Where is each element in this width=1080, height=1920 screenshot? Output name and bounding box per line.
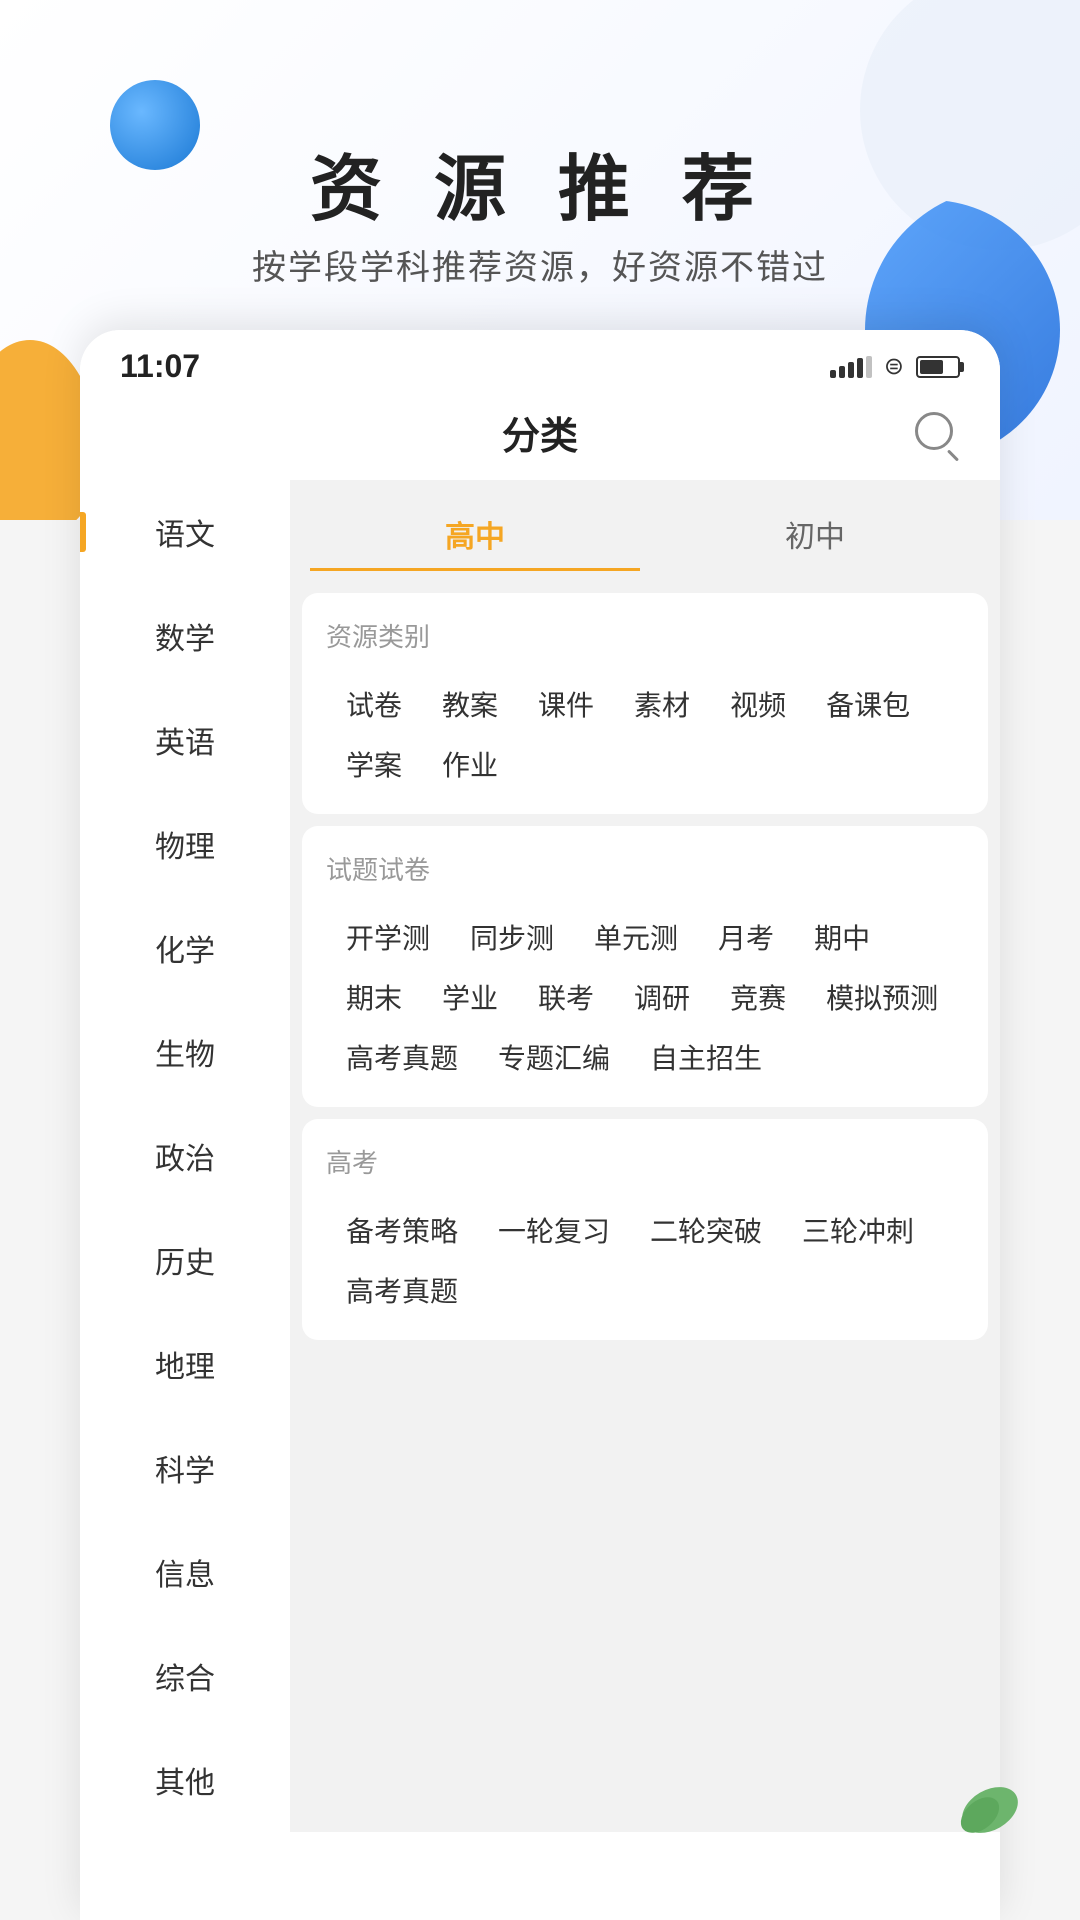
sidebar-item-yuwen[interactable]: 语文	[80, 480, 290, 584]
phone-screen: 11:07 ⊜ 分类 语文数学英语物理化学生物政治历史地理科学信息综合其他 高中…	[80, 330, 1000, 1920]
signal-icon	[830, 356, 872, 378]
sidebar-item-dili[interactable]: 地理	[80, 1312, 290, 1416]
sidebar-item-zhengzhi[interactable]: 政治	[80, 1104, 290, 1208]
wifi-icon: ⊜	[884, 352, 904, 381]
search-icon	[915, 412, 953, 450]
tag-联考[interactable]: 联考	[518, 967, 614, 1027]
tag-模拟预测[interactable]: 模拟预测	[806, 967, 958, 1027]
tag-高考真题[interactable]: 高考真题	[326, 1027, 478, 1087]
top-nav: 分类	[80, 395, 1000, 480]
tag-备课包[interactable]: 备课包	[806, 674, 930, 734]
tag-视频[interactable]: 视频	[710, 674, 806, 734]
sidebar-item-shuxue[interactable]: 数学	[80, 584, 290, 688]
sidebar-item-qita[interactable]: 其他	[80, 1728, 290, 1832]
sidebar-item-shengwu[interactable]: 生物	[80, 1000, 290, 1104]
subtab-chuzhong[interactable]: 初中	[650, 500, 980, 571]
section-label-resource-type: 资源类别	[326, 617, 964, 654]
sidebar-item-huaxue[interactable]: 化学	[80, 896, 290, 1000]
tag-月考[interactable]: 月考	[698, 907, 794, 967]
sidebar-item-zonghe[interactable]: 综合	[80, 1624, 290, 1728]
tag-一轮复习[interactable]: 一轮复习	[478, 1200, 630, 1260]
tag-单元测[interactable]: 单元测	[574, 907, 698, 967]
tag-备考策略[interactable]: 备考策略	[326, 1200, 478, 1260]
section-label-gaokao: 高考	[326, 1143, 964, 1180]
status-icons: ⊜	[830, 352, 960, 381]
tag-学案[interactable]: 学案	[326, 734, 422, 794]
section-resource-type: 资源类别试卷教案课件素材视频备课包学案作业	[302, 593, 988, 814]
status-time: 11:07	[120, 348, 200, 385]
tag-专题汇编[interactable]: 专题汇编	[478, 1027, 630, 1087]
sidebar-item-kexue[interactable]: 科学	[80, 1416, 290, 1520]
search-button[interactable]	[908, 405, 960, 457]
tag-三轮冲刺[interactable]: 三轮冲刺	[782, 1200, 934, 1260]
hero-title: 资 源 推 荐	[0, 130, 1080, 235]
sidebar-item-lishi[interactable]: 历史	[80, 1208, 290, 1312]
tag-自主招生[interactable]: 自主招生	[630, 1027, 782, 1087]
section-gaokao: 高考备考策略一轮复习二轮突破三轮冲刺高考真题	[302, 1119, 988, 1340]
subject-sidebar: 语文数学英语物理化学生物政治历史地理科学信息综合其他	[80, 480, 290, 1832]
content-area: 高中初中 资源类别试卷教案课件素材视频备课包学案作业试题试卷开学测同步测单元测月…	[290, 480, 1000, 1832]
tags-exam-type: 开学测同步测单元测月考期中期末学业联考调研竞赛模拟预测高考真题专题汇编自主招生	[326, 907, 964, 1087]
tag-期中[interactable]: 期中	[794, 907, 890, 967]
tags-gaokao: 备考策略一轮复习二轮突破三轮冲刺高考真题	[326, 1200, 964, 1320]
tag-二轮突破[interactable]: 二轮突破	[630, 1200, 782, 1260]
tag-高考真题[interactable]: 高考真题	[326, 1260, 478, 1320]
tag-调研[interactable]: 调研	[614, 967, 710, 1027]
status-bar: 11:07 ⊜	[80, 330, 1000, 395]
tag-素材[interactable]: 素材	[614, 674, 710, 734]
sidebar-item-xinxi[interactable]: 信息	[80, 1520, 290, 1624]
main-content: 语文数学英语物理化学生物政治历史地理科学信息综合其他 高中初中 资源类别试卷教案…	[80, 480, 1000, 1832]
leaf-decoration	[940, 1760, 1020, 1840]
sidebar-item-yingyu[interactable]: 英语	[80, 688, 290, 792]
section-label-exam-type: 试题试卷	[326, 850, 964, 887]
section-exam-type: 试题试卷开学测同步测单元测月考期中期末学业联考调研竞赛模拟预测高考真题专题汇编自…	[302, 826, 988, 1107]
sub-tabs: 高中初中	[290, 480, 1000, 581]
tag-试卷[interactable]: 试卷	[326, 674, 422, 734]
nav-title: 分类	[502, 405, 578, 460]
subtab-gaozhong[interactable]: 高中	[310, 500, 640, 571]
tag-期末[interactable]: 期末	[326, 967, 422, 1027]
tags-resource-type: 试卷教案课件素材视频备课包学案作业	[326, 674, 964, 794]
tag-竞赛[interactable]: 竞赛	[710, 967, 806, 1027]
hero-subtitle: 按学段学科推荐资源，好资源不错过	[0, 240, 1080, 289]
tag-教案[interactable]: 教案	[422, 674, 518, 734]
tag-作业[interactable]: 作业	[422, 734, 518, 794]
tag-同步测[interactable]: 同步测	[450, 907, 574, 967]
battery-icon	[916, 356, 960, 378]
tag-开学测[interactable]: 开学测	[326, 907, 450, 967]
tag-学业[interactable]: 学业	[422, 967, 518, 1027]
sidebar-item-wuli[interactable]: 物理	[80, 792, 290, 896]
tag-课件[interactable]: 课件	[518, 674, 614, 734]
